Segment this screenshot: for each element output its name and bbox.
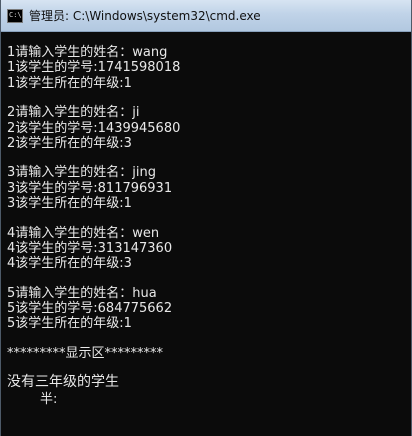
console-line: 5该学生所在的年级:1 (7, 316, 132, 332)
console-line: 4请输入学生的姓名：wen (7, 225, 160, 241)
window-title: 管理员: C:\Windows\system32\cmd.exe (29, 9, 261, 23)
result-message: 没有三年级的学生 (7, 374, 119, 391)
console-line: 5请输入学生的姓名：hua (7, 285, 157, 301)
prompt-line: 半: (7, 392, 58, 408)
console-line: 4该学生的学号:313147360 (7, 240, 173, 256)
console-line: 3该学生所在的年级:1 (7, 196, 132, 212)
console-line: 3该学生的学号:811796931 (7, 180, 173, 196)
console-line: 1该学生的学号:1741598018 (7, 60, 181, 76)
console-line: 2该学生的学号:1439945680 (7, 120, 181, 136)
console-line: 2请输入学生的姓名：ji (7, 105, 140, 121)
cmd-window: C:\ 管理员: C:\Windows\system32\cmd.exe 1请输… (0, 0, 412, 436)
console-line: 4该学生所在的年级:3 (7, 256, 132, 272)
title-bar[interactable]: C:\ 管理员: C:\Windows\system32\cmd.exe (1, 0, 411, 32)
console-line: 2该学生所在的年级:3 (7, 135, 132, 151)
cmd-icon-label: C:\ (9, 10, 22, 19)
console-line: 1请输入学生的姓名：wang (7, 45, 168, 60)
console-line: 1该学生所在的年级:1 (7, 75, 132, 91)
display-section-header: *********显示区********* (7, 345, 164, 361)
cmd-icon[interactable]: C:\ (7, 8, 23, 23)
console-line: 3请输入学生的姓名：jing (7, 165, 156, 181)
console-output[interactable]: 1请输入学生的姓名：wang 1该学生的学号:1741598018 1该学生所在… (7, 31, 407, 436)
console-line: 5该学生的学号:684775662 (7, 301, 173, 317)
